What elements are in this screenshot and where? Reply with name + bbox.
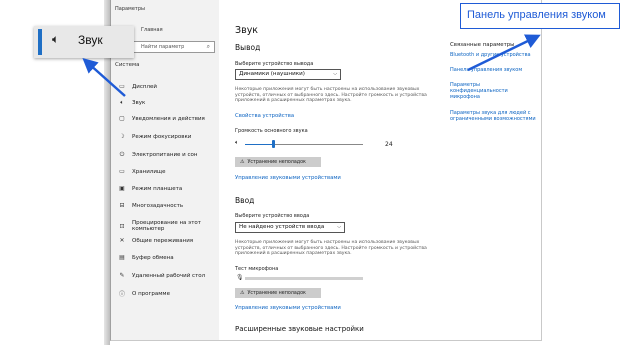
output-device-select[interactable]: Динамики (наушники) ⌵	[235, 69, 341, 80]
sidebar-item-clipboard[interactable]: ▤ Буфер обмена	[117, 253, 174, 262]
share-icon: ✕	[119, 237, 125, 244]
manage-output-devices-link[interactable]: Управление звуковыми устройствами	[235, 175, 341, 181]
power-icon: ⏻	[119, 150, 125, 158]
output-device-label: Выберите устройство вывода	[235, 61, 314, 67]
sidebar-item-label: Режим фокусировки	[132, 133, 192, 140]
sidebar-item-label: Уведомления и действия	[132, 115, 205, 122]
storage-icon: ▭	[119, 168, 125, 175]
speaker-icon: 🔈︎	[52, 32, 60, 46]
display-icon: ▭	[119, 83, 125, 90]
notification-icon: ▢	[119, 115, 125, 122]
sidebar-item-label: Буфер обмена	[132, 254, 174, 261]
tablet-icon: ▣	[119, 185, 125, 192]
output-note: Некоторые приложения могут быть настроен…	[235, 87, 427, 104]
device-properties-link[interactable]: Свойства устройства	[235, 113, 294, 119]
sidebar-item-remote-desktop[interactable]: ✎ Удаленный рабочий стол	[117, 271, 205, 280]
warning-icon: ⚠	[240, 159, 245, 165]
bluetooth-link[interactable]: Bluetooth и другие устройства	[450, 52, 542, 58]
callout-text: Панель управления звуком	[467, 9, 606, 21]
output-heading: Вывод	[235, 43, 261, 52]
window-title: Параметры	[115, 6, 145, 12]
volume-slider-thumb[interactable]	[271, 140, 275, 148]
button-label: Устранение неполадок	[247, 160, 306, 165]
advanced-heading: Расширенные звуковые настройки	[235, 325, 364, 333]
sidebar-item-label: Многозадачность	[132, 202, 184, 209]
sidebar-item-tablet[interactable]: ▣ Режим планшета	[117, 184, 182, 193]
input-device-select[interactable]: Не найдено устройств ввода ⌵	[235, 222, 345, 233]
sidebar-item-notifications[interactable]: ▢ Уведомления и действия	[117, 114, 205, 123]
sidebar-item-sound[interactable]: 🔈︎ Звук	[117, 98, 145, 107]
mic-level-meter	[245, 277, 363, 280]
related-title: Связанные параметры	[450, 42, 515, 48]
project-icon: ⊡	[119, 222, 125, 230]
screenshot: Параметры Главная Найти параметр ⌕ Систе…	[0, 0, 640, 345]
volume-slider[interactable]	[245, 144, 363, 145]
output-device-value: Динамики (наушники)	[239, 71, 305, 77]
input-device-label: Выберите устройство ввода	[235, 213, 310, 219]
manage-input-devices-link[interactable]: Управление звуковыми устройствами	[235, 305, 341, 311]
search-placeholder: Найти параметр	[141, 44, 185, 50]
output-troubleshoot-button[interactable]: ⚠ Устранение неполадок	[235, 157, 321, 167]
input-note: Некоторые приложения могут быть настроен…	[235, 240, 427, 257]
page-title: Звук	[235, 25, 259, 36]
volume-label: Громкость основного звука	[235, 128, 308, 134]
sidebar-item-multitasking[interactable]: ⊟ Многозадачность	[117, 201, 183, 210]
zoomed-sound-item: 🔈︎ Звук	[34, 26, 134, 58]
input-device-value: Не найдено устройств ввода	[239, 224, 325, 230]
speaker-icon: 🔈︎	[120, 98, 124, 106]
sidebar-item-focus[interactable]: ☽ Режим фокусировки	[117, 132, 191, 141]
sidebar-item-shared[interactable]: ✕ Общие переживания	[117, 236, 193, 245]
remote-icon: ✎	[119, 272, 125, 279]
microphone-icon: 🎙︎	[236, 274, 244, 281]
sidebar-item-display[interactable]: ▭ Дисплей	[117, 82, 157, 91]
clipboard-icon: ▤	[119, 254, 125, 261]
sidebar-item-label: Звук	[132, 99, 146, 106]
input-heading: Ввод	[235, 196, 255, 205]
accessibility-sound-link[interactable]: Параметры звука для людей с ограниченным…	[450, 110, 538, 122]
search-icon: ⌕	[206, 43, 210, 50]
mic-test-label: Тест микрофона	[235, 266, 279, 272]
sidebar-item-about[interactable]: ⓘ О программе	[117, 289, 170, 299]
info-icon: ⓘ	[118, 291, 125, 298]
sidebar-item-label: Дисплей	[132, 83, 157, 90]
volume-value: 24	[385, 141, 393, 148]
sidebar-item-label: Проецирование на этот компьютер	[132, 220, 201, 232]
selection-bar	[38, 29, 42, 55]
sidebar-item-label: Хранилище	[132, 168, 166, 175]
sound-control-panel-link[interactable]: Панель управления звуком	[450, 67, 542, 73]
multitask-icon: ⊟	[119, 202, 125, 209]
sidebar-item-label: Режим планшета	[132, 185, 183, 192]
speaker-icon: 🔈︎	[235, 139, 239, 146]
sidebar-item-label: Удаленный рабочий стол	[132, 272, 206, 279]
mic-privacy-link[interactable]: Параметры конфиденциальности микрофона	[450, 82, 520, 100]
input-troubleshoot-button[interactable]: ⚠ Устранение неполадок	[235, 288, 321, 298]
warning-icon: ⚠	[240, 290, 245, 296]
related-settings: Связанные параметры Bluetooth и другие у…	[448, 0, 543, 340]
chevron-down-icon: ⌵	[333, 71, 337, 77]
volume-slider-fill	[245, 144, 274, 145]
sidebar-item-label: Общие переживания	[132, 237, 194, 244]
callout-label: Панель управления звуком	[460, 3, 620, 29]
sidebar-item-power[interactable]: ⏻ Электропитание и сон	[117, 150, 198, 159]
moon-icon: ☽	[119, 133, 125, 140]
chevron-down-icon: ⌵	[337, 224, 341, 230]
sidebar-item-projecting[interactable]: ⊡ Проецирование на этот компьютер	[117, 220, 212, 232]
zoomed-sound-label: Звук	[78, 33, 103, 47]
button-label: Устранение неполадок	[247, 291, 306, 296]
home-link[interactable]: Главная	[141, 27, 163, 33]
sidebar-item-label: О программе	[132, 290, 170, 297]
sidebar-item-storage[interactable]: ▭ Хранилище	[117, 167, 165, 176]
main-content: Звук Вывод Выберите устройство вывода Ди…	[235, 0, 435, 340]
sidebar-section-title: Система	[115, 62, 140, 68]
sidebar-item-label: Электропитание и сон	[132, 151, 198, 158]
settings-window: Параметры Главная Найти параметр ⌕ Систе…	[110, 0, 542, 341]
